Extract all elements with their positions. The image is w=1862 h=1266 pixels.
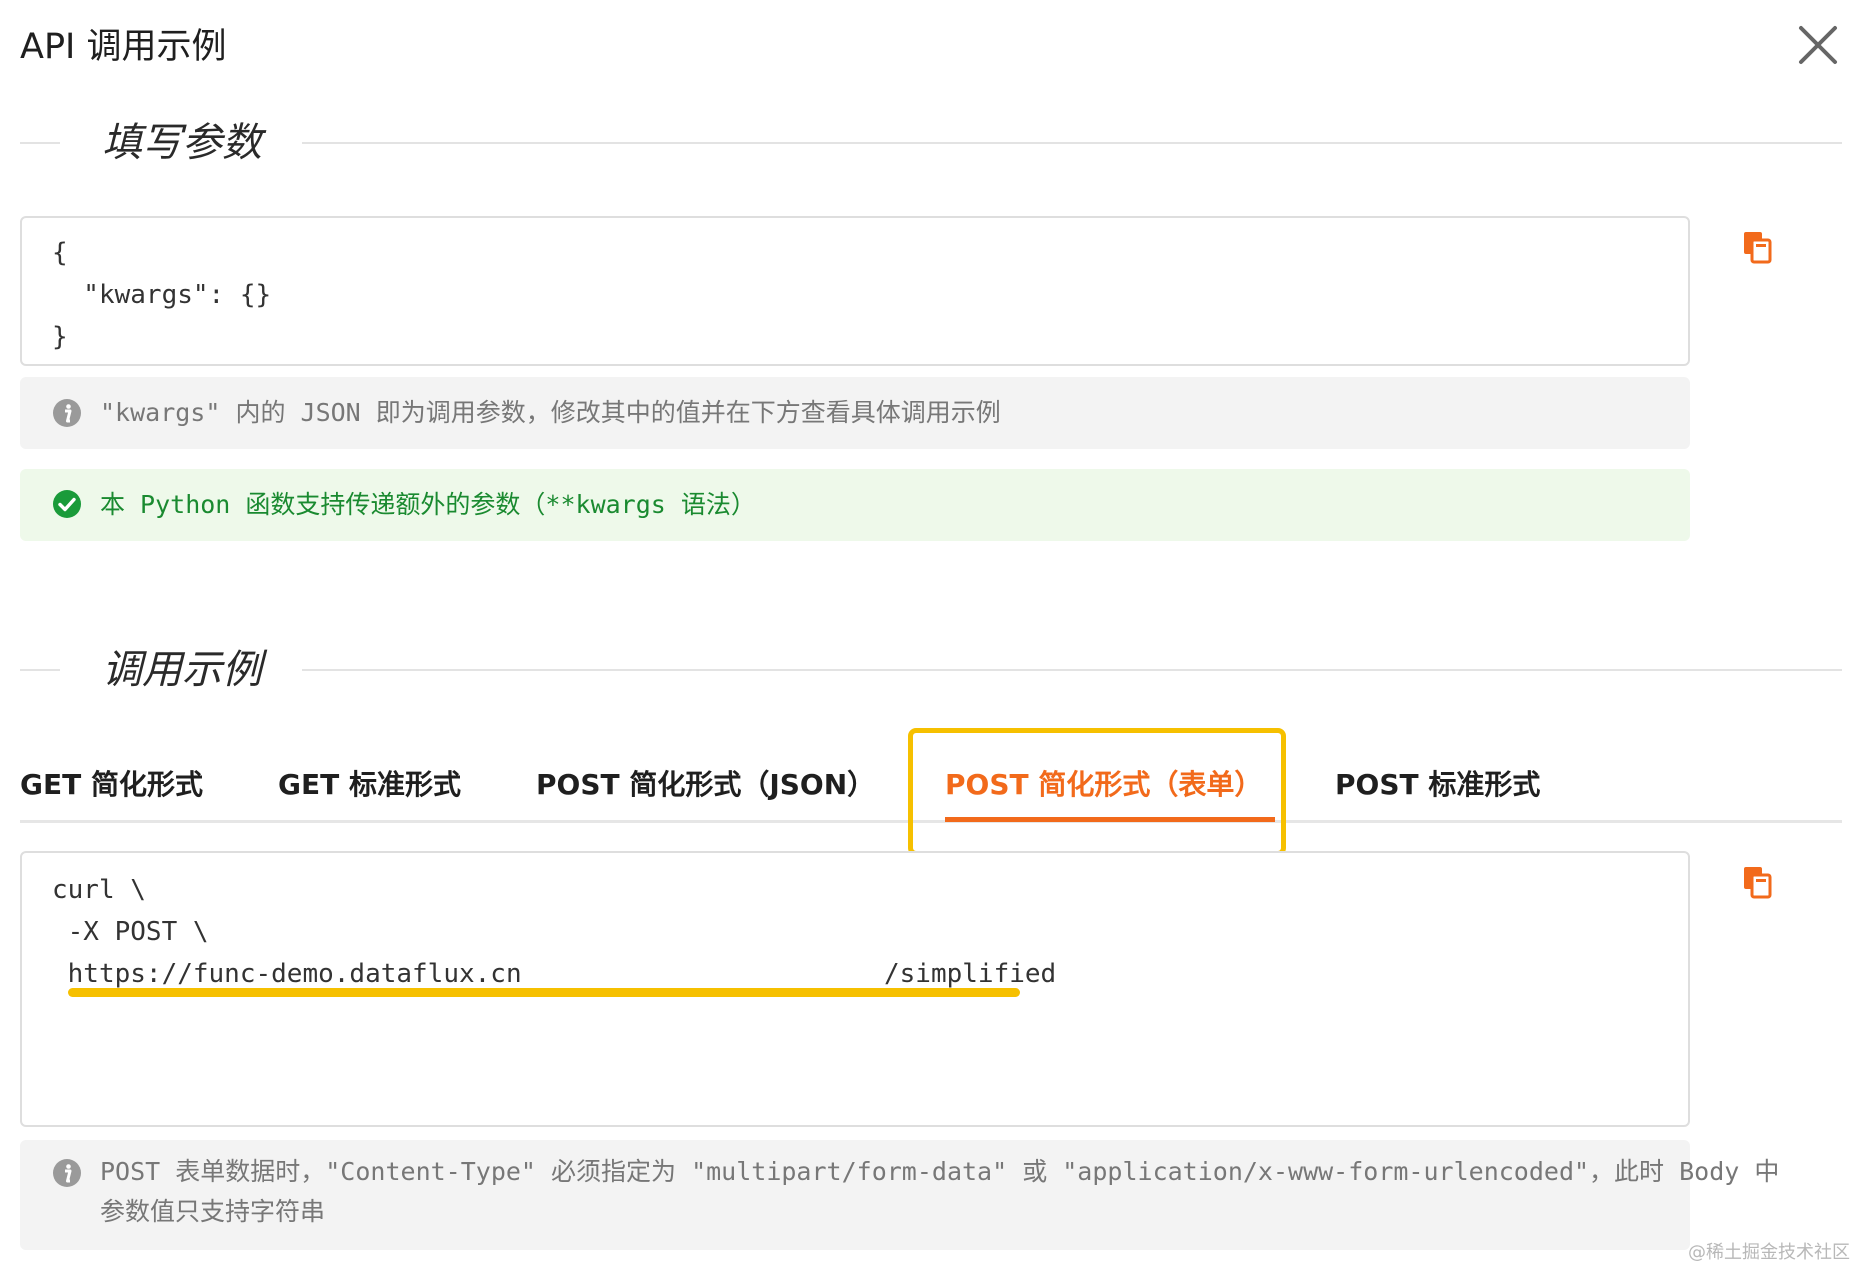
- tab-get-standard[interactable]: GET 标准形式: [278, 763, 461, 803]
- params-code-line: {: [52, 238, 68, 268]
- params-code-line: }: [52, 322, 68, 352]
- tab-get-simplified[interactable]: GET 简化形式: [20, 763, 203, 803]
- check-circle-icon: [53, 490, 81, 518]
- kwargs-support-text: 本 Python 函数支持传递额外的参数（**kwargs 语法）: [100, 490, 756, 519]
- info-icon: [53, 399, 81, 427]
- kwargs-support-alert: 本 Python 函数支持传递额外的参数（**kwargs 语法）: [20, 469, 1690, 541]
- copy-icon: [1744, 867, 1772, 899]
- params-section-title: 填写参数: [102, 120, 262, 166]
- info-icon: [53, 1159, 81, 1187]
- tab-highlight-annotation: [908, 728, 1286, 856]
- example-section-title: 调用示例: [102, 647, 262, 693]
- url-highlight-annotation: [68, 988, 1020, 997]
- example-info-text-line2: 参数值只支持字符串: [100, 1197, 326, 1226]
- example-section-divider: 调用示例: [20, 641, 1842, 699]
- tab-post-standard[interactable]: POST 标准形式: [1335, 763, 1540, 803]
- params-info-text: "kwargs" 内的 JSON 即为调用参数，修改其中的值并在下方查看具体调用…: [100, 398, 1001, 427]
- example-copy-button[interactable]: [1742, 865, 1774, 899]
- example-info-text-line1: POST 表单数据时，"Content-Type" 必须指定为 "multipa…: [100, 1157, 1780, 1186]
- params-section-divider: 填写参数: [20, 114, 1842, 172]
- close-icon: [1799, 26, 1837, 64]
- params-code-editor[interactable]: { "kwargs": {} }: [20, 216, 1690, 366]
- example-info-alert: POST 表单数据时，"Content-Type" 必须指定为 "multipa…: [20, 1140, 1780, 1250]
- params-info-alert: "kwargs" 内的 JSON 即为调用参数，修改其中的值并在下方查看具体调用…: [20, 377, 1690, 449]
- example-code-line: curl \: [52, 875, 146, 905]
- tab-post-simplified-json[interactable]: POST 简化形式（JSON）: [536, 763, 875, 803]
- params-code-line: "kwargs": {}: [52, 280, 272, 310]
- dialog-title: API 调用示例: [20, 27, 227, 67]
- close-button[interactable]: [1795, 22, 1841, 68]
- params-copy-button[interactable]: [1742, 230, 1774, 264]
- watermark: @稀土掘金技术社区: [1688, 1242, 1850, 1263]
- example-code-line: -X POST \: [52, 917, 209, 947]
- copy-icon: [1744, 232, 1772, 264]
